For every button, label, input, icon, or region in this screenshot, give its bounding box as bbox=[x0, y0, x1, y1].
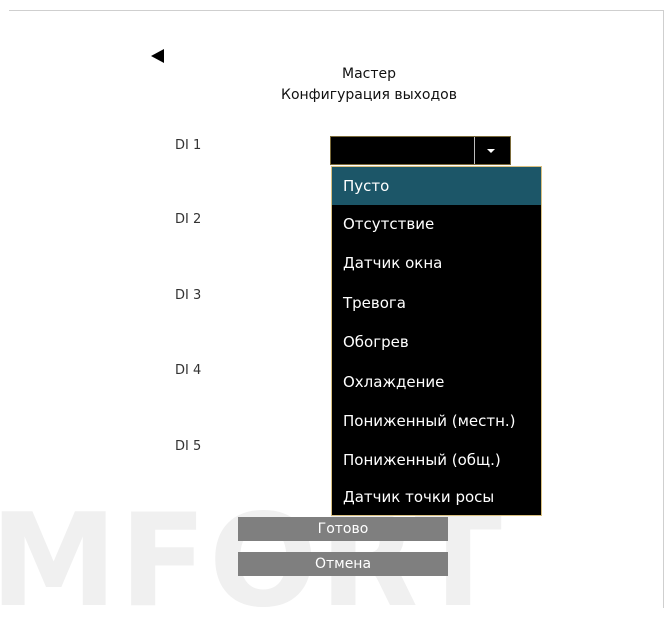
di1-select[interactable] bbox=[330, 136, 511, 165]
di2-label: DI 2 bbox=[175, 212, 202, 227]
di4-label: DI 4 bbox=[175, 363, 202, 378]
option-dew-sensor[interactable]: Датчик точки росы bbox=[332, 478, 541, 516]
option-reduced-local[interactable]: Пониженный (местн.) bbox=[332, 402, 541, 440]
option-window-sensor[interactable]: Датчик окна bbox=[332, 244, 541, 282]
page-title: Мастер bbox=[341, 66, 396, 82]
chevron-down-icon[interactable] bbox=[474, 137, 510, 164]
di5-label: DI 5 bbox=[175, 439, 202, 454]
di1-label: DI 1 bbox=[175, 138, 202, 153]
cancel-button[interactable]: Отмена bbox=[238, 552, 448, 576]
option-alarm[interactable]: Тревога bbox=[332, 284, 541, 322]
option-cooling[interactable]: Охлаждение bbox=[332, 363, 541, 401]
dropdown-menu: Пусто Отсутствие Датчик окна Тревога Обо… bbox=[331, 166, 542, 516]
page-header: Мастер Конфигурация выходов bbox=[256, 64, 482, 106]
option-reduced-common[interactable]: Пониженный (общ.) bbox=[332, 441, 541, 479]
option-absence[interactable]: Отсутствие bbox=[332, 205, 541, 243]
page-subtitle: Конфигурация выходов bbox=[281, 87, 457, 103]
option-empty[interactable]: Пусто bbox=[332, 167, 541, 205]
done-button[interactable]: Готово bbox=[238, 517, 448, 541]
back-arrow-icon[interactable] bbox=[151, 49, 164, 63]
option-heating[interactable]: Обогрев bbox=[332, 323, 541, 361]
di3-label: DI 3 bbox=[175, 288, 202, 303]
